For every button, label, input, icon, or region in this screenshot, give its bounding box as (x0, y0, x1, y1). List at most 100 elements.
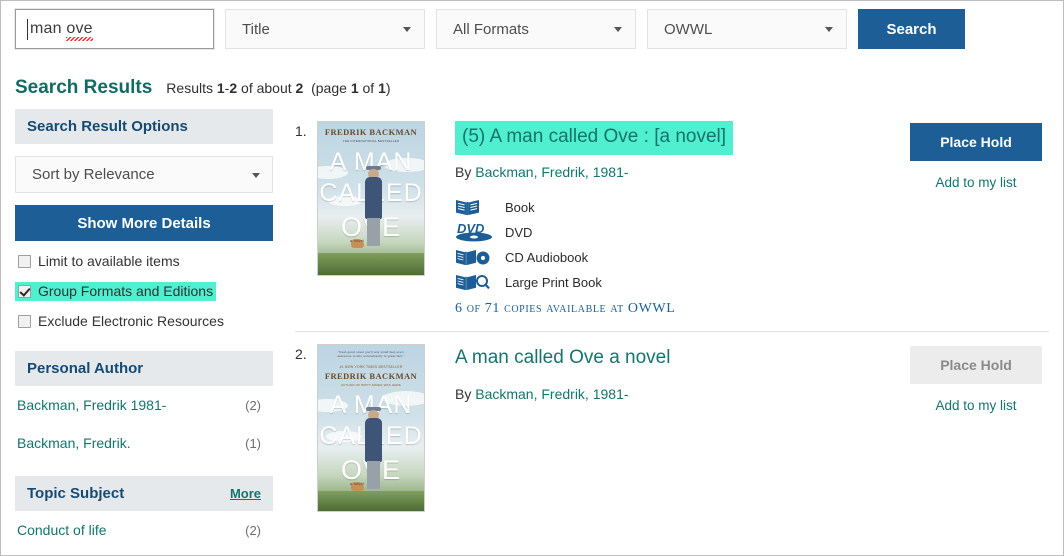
results-total: 2 (295, 80, 304, 96)
search-library-select-value: OWWL (664, 20, 713, 38)
checkbox-label: Limit to available items (38, 253, 180, 269)
result-actions: Place Hold Add to my list (903, 119, 1049, 317)
format-row-dvd[interactable]: DVD DVD (455, 220, 903, 245)
facet-item-label[interactable]: Conduct of life (17, 522, 107, 538)
by-label: By (455, 386, 472, 402)
book-icon (455, 197, 497, 217)
search-bar: man ove Title All Formats OWWL Search (1, 1, 1063, 59)
add-to-my-list-link[interactable]: Add to my list (935, 398, 1016, 413)
page-current: 1 (350, 80, 359, 96)
search-query-misspelled: ove (66, 20, 93, 37)
place-hold-button[interactable]: Place Hold (910, 123, 1042, 161)
results-of-about: of about (241, 80, 292, 96)
facet-header-label: Topic Subject (27, 485, 125, 502)
sort-select[interactable]: Sort by Relevance (15, 156, 273, 193)
checkbox-label: Group Formats and Editions (38, 283, 214, 299)
result-title-link[interactable]: (5) A man called Ove : [a novel] (455, 121, 734, 155)
book-cover-image[interactable]: "Feel-good novel you'll any small feel-e… (317, 343, 425, 512)
checkbox-icon[interactable] (18, 254, 31, 268)
cover-bestseller: #1 NEW YORK TIMES BESTSELLER (339, 364, 403, 369)
format-row-large-print-book[interactable]: Large Print Book (455, 270, 903, 295)
facet-item-count: (1) (245, 436, 261, 451)
by-label: By (455, 163, 472, 180)
search-result-options-header: Search Result Options (15, 109, 273, 144)
result-row: 2. "Feel-good novel you'll any small fee… (295, 332, 1049, 526)
cover-blurb: "Feel-good novel you'll any small feel-e… (337, 349, 405, 359)
facet-item-count: (2) (245, 523, 261, 538)
search-library-select[interactable]: OWWL (647, 9, 847, 49)
page-of: of (362, 80, 375, 96)
chevron-down-icon (252, 172, 260, 178)
result-author: By Backman, Fredrik, 1981- (455, 164, 903, 180)
cover-tagline: AUTHOR OF BRITT-MARIE WAS HERE (340, 382, 402, 387)
result-actions: Place Hold Add to my list (903, 342, 1049, 512)
search-format-select-value: All Formats (453, 20, 529, 38)
cover-thumbnail[interactable]: FREDRIK BACKMAN THE INTERNATIONAL BESTSE… (317, 119, 427, 317)
large-print-book-icon (455, 272, 497, 292)
facet-more-link[interactable]: More (230, 486, 261, 501)
cd-audiobook-icon (455, 247, 497, 267)
results-prefix: Results (166, 80, 213, 96)
facet-header: Personal Author (15, 351, 273, 386)
page-title: Search Results (15, 77, 153, 98)
format-label: Book (505, 199, 535, 215)
place-hold-button[interactable]: Place Hold (910, 345, 1042, 384)
format-label: CD Audiobook (505, 249, 589, 265)
page-total: 1 (378, 80, 386, 96)
checkbox-limit-available[interactable]: Limit to available items (15, 252, 183, 271)
catalog-search-page: man ove Title All Formats OWWL Search Se… (0, 0, 1064, 556)
format-row-book[interactable]: Book (455, 195, 903, 220)
chevron-down-icon (614, 27, 622, 32)
checkbox-label: Exclude Electronic Resources (38, 313, 224, 329)
availability-link[interactable]: 6 of 71 copies available at OWWL (455, 301, 903, 317)
checkbox-exclude-electronic[interactable]: Exclude Electronic Resources (15, 312, 227, 331)
format-list: Book DVD DVD CD Audiobook Large Print Bo… (455, 195, 903, 295)
result-details: (5) A man called Ove : [a novel] By Back… (427, 119, 903, 317)
search-query-prefix: man (30, 20, 67, 37)
checkbox-checked-icon[interactable] (18, 284, 31, 298)
results-range-end: 2 (229, 80, 238, 96)
search-field-select[interactable]: Title (225, 9, 425, 49)
result-details: A man called Ove a novel By Backman, Fre… (427, 342, 903, 512)
chevron-down-icon (403, 27, 411, 32)
sidebar: Search Result Options Sort by Relevance … (15, 109, 273, 549)
sort-select-value: Sort by Relevance (32, 166, 155, 183)
page-close-paren: ) (385, 80, 391, 96)
facet-item-count: (2) (245, 398, 261, 413)
search-format-select[interactable]: All Formats (436, 9, 636, 49)
result-number: 1. (295, 123, 307, 139)
search-input[interactable]: man ove (15, 9, 214, 49)
search-input-value: man ove (16, 20, 93, 38)
result-row: 1. FREDRIK BACKMAN THE INTERNATIONAL BES… (295, 109, 1049, 332)
chevron-down-icon (825, 27, 833, 32)
book-cover-image[interactable]: FREDRIK BACKMAN THE INTERNATIONAL BESTSE… (317, 121, 425, 276)
result-title-link[interactable]: A man called Ove a novel (455, 344, 670, 373)
facet-item[interactable]: Backman, Fredrik. (1) (15, 424, 273, 462)
result-number: 2. (295, 345, 307, 362)
result-author-link[interactable]: Backman, Fredrik, 1981- (475, 386, 628, 402)
facet-item-label[interactable]: Backman, Fredrik 1981- (17, 397, 166, 413)
checkbox-group-formats[interactable]: Group Formats and Editions (15, 282, 217, 301)
add-to-my-list-link[interactable]: Add to my list (935, 175, 1016, 190)
results-header: Search Results Results 1-2 of about 2 (p… (1, 59, 1063, 109)
cover-tagline: THE INTERNATIONAL BESTSELLER (342, 139, 400, 143)
facet-personal-author: Personal Author Backman, Fredrik 1981- (… (15, 351, 273, 462)
checkbox-icon[interactable] (18, 314, 31, 328)
format-row-cd-audiobook[interactable]: CD Audiobook (455, 245, 903, 270)
search-result-options-label: Search Result Options (27, 118, 188, 135)
show-more-details-button[interactable]: Show More Details (15, 205, 273, 241)
results-count: Results 1-2 of about 2 (page 1 of 1) (166, 80, 390, 96)
facet-item-label[interactable]: Backman, Fredrik. (17, 435, 131, 451)
facet-item[interactable]: Conduct of life (2) (15, 511, 273, 549)
dvd-icon: DVD (455, 221, 497, 243)
result-author-link[interactable]: Backman, Fredrik, 1981- (475, 164, 628, 180)
facet-header: Topic Subject More (15, 476, 273, 511)
cover-author: FREDRIK BACKMAN (324, 127, 418, 137)
result-author: By Backman, Fredrik, 1981- (455, 386, 903, 402)
cover-subtitle: a novel (349, 238, 365, 243)
cover-thumbnail[interactable]: "Feel-good novel you'll any small feel-e… (317, 342, 427, 512)
facet-header-label: Personal Author (27, 360, 144, 377)
facet-item[interactable]: Backman, Fredrik 1981- (2) (15, 386, 273, 424)
search-button[interactable]: Search (858, 9, 965, 49)
cover-subtitle: a novel (349, 480, 365, 486)
